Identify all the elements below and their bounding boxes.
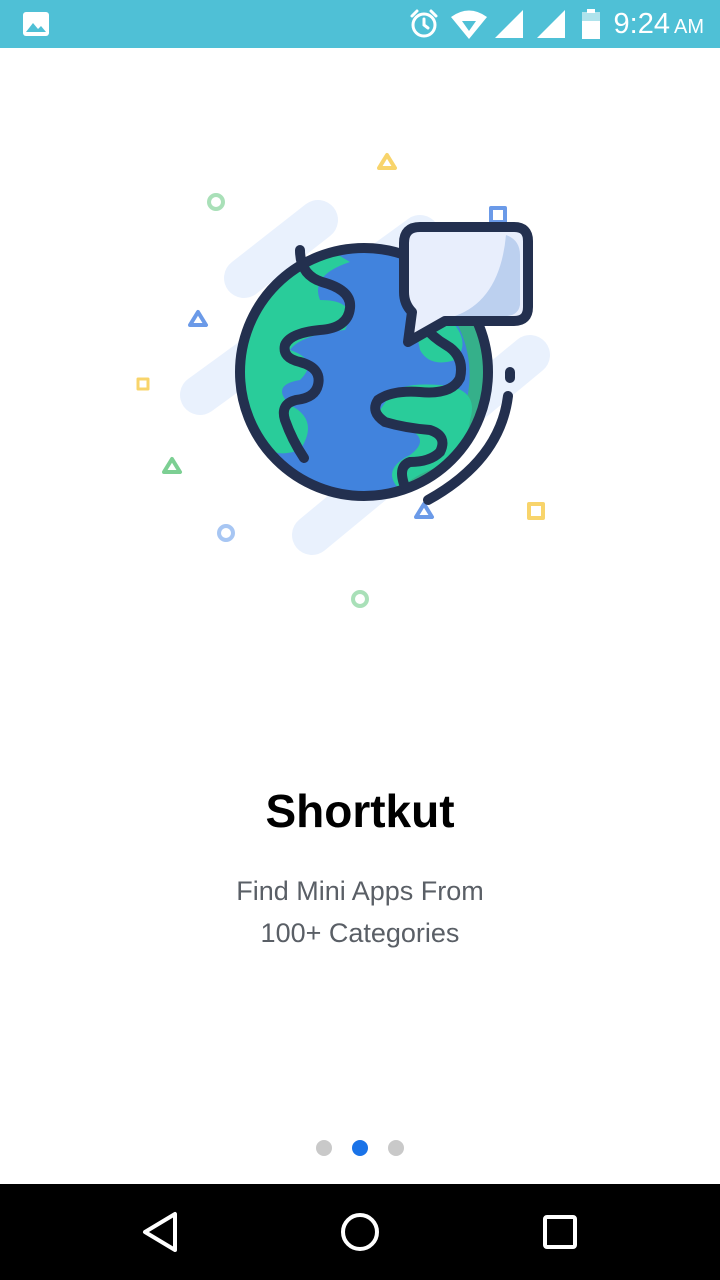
back-icon bbox=[143, 1212, 177, 1252]
alarm-icon bbox=[410, 9, 438, 38]
onboarding-subtitle-line2: 100+ Categories bbox=[260, 918, 460, 948]
status-time: 9:24 AM bbox=[614, 6, 704, 42]
page-dot-3[interactable] bbox=[388, 1140, 404, 1156]
onboarding-subtitle-line1: Find Mini Apps From bbox=[236, 876, 484, 906]
battery-icon bbox=[582, 9, 600, 39]
chat-bubble-icon bbox=[399, 222, 533, 347]
onboarding-title: Shortkut bbox=[265, 785, 455, 837]
home-icon bbox=[341, 1213, 379, 1251]
signal-icon bbox=[495, 10, 523, 38]
wifi-icon bbox=[451, 10, 487, 39]
recents-button[interactable] bbox=[530, 1202, 590, 1262]
status-ampm: AM bbox=[674, 16, 704, 38]
recents-icon bbox=[543, 1215, 577, 1249]
image-icon bbox=[23, 12, 49, 36]
onboarding-subtitle: Find Mini Apps From 100+ Categories bbox=[110, 870, 610, 954]
page-indicator bbox=[0, 1140, 720, 1156]
status-bar: 9:24 AM bbox=[0, 0, 720, 48]
globe-chat-icon bbox=[136, 153, 550, 608]
page-dot-1[interactable] bbox=[316, 1140, 332, 1156]
onboarding-screen: 9:24 AM Shortkut Find Mini Apps From 100… bbox=[0, 0, 720, 1280]
signal-icon bbox=[537, 10, 565, 38]
status-clock: 9:24 bbox=[613, 8, 670, 40]
navigation-bar bbox=[0, 1184, 720, 1280]
home-button[interactable] bbox=[330, 1202, 390, 1262]
page-dot-2[interactable] bbox=[352, 1140, 368, 1156]
back-button[interactable] bbox=[130, 1202, 190, 1262]
